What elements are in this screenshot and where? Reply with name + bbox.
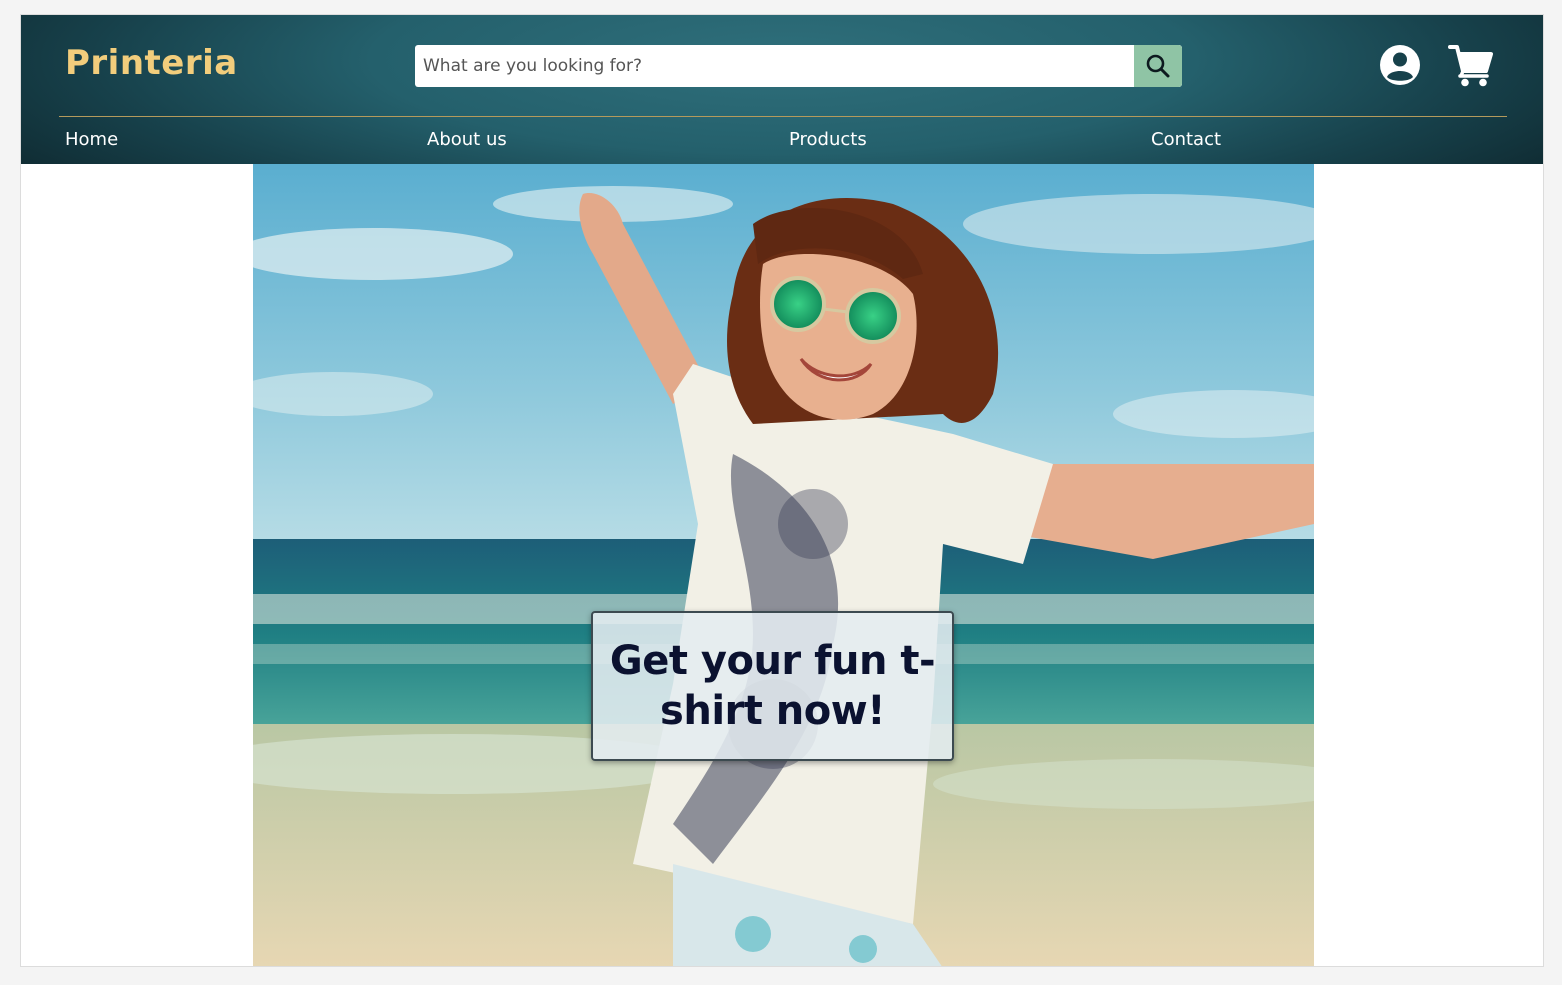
nav-contact[interactable]: Contact — [1151, 129, 1221, 150]
header-divider — [59, 116, 1507, 117]
nav-products[interactable]: Products — [789, 129, 867, 150]
page-frame: Printeria Home About us — [20, 14, 1544, 967]
hero-banner: Get your fun t- shirt now! — [253, 164, 1314, 966]
nav-about-us[interactable]: About us — [427, 129, 507, 150]
account-circle-icon[interactable] — [1379, 44, 1421, 86]
search-input[interactable] — [415, 45, 1134, 87]
logo[interactable]: Printeria — [65, 43, 238, 83]
search-bar — [415, 45, 1182, 87]
search-icon — [1146, 54, 1170, 78]
shopping-cart-icon[interactable] — [1448, 43, 1494, 87]
site-header: Printeria Home About us — [21, 15, 1543, 164]
cta-text: Get your fun t- shirt now! — [609, 638, 936, 734]
cta-box[interactable]: Get your fun t- shirt now! — [591, 611, 954, 761]
search-button[interactable] — [1134, 45, 1182, 87]
nav-home[interactable]: Home — [65, 129, 118, 150]
hero-image — [253, 164, 1314, 966]
